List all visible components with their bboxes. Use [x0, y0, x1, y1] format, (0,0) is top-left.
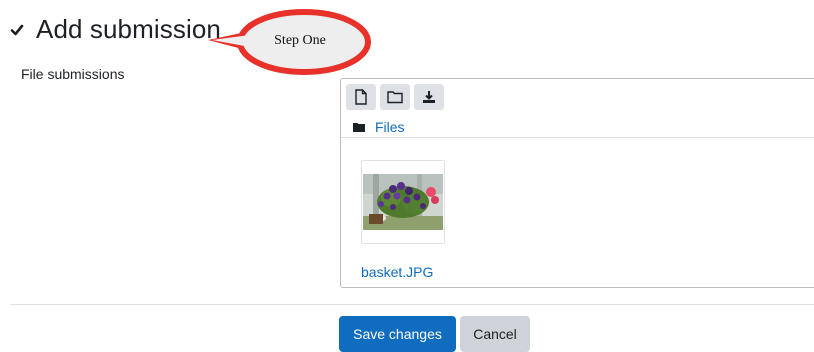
- file-manager-toolbar: [346, 84, 444, 110]
- folder-icon: [387, 91, 403, 104]
- download-icon: [423, 91, 435, 103]
- breadcrumb: Files: [353, 119, 405, 135]
- section-header[interactable]: Add submission: [10, 14, 221, 45]
- file-icon: [355, 89, 367, 105]
- file-submissions-label: File submissions: [21, 66, 125, 82]
- save-changes-button[interactable]: Save changes: [339, 316, 456, 352]
- path-files-link[interactable]: Files: [375, 119, 405, 135]
- checkmark-icon[interactable]: [10, 23, 24, 37]
- form-divider: [10, 304, 814, 305]
- file-manager: Files basket.JPG: [340, 78, 814, 288]
- add-file-button[interactable]: [346, 84, 376, 110]
- file-name-link[interactable]: basket.JPG: [361, 264, 433, 280]
- cancel-button[interactable]: Cancel: [460, 316, 530, 352]
- file-thumbnail[interactable]: [361, 160, 445, 244]
- step-one-callout: Step One: [206, 6, 372, 76]
- callout-bubble: [208, 9, 371, 75]
- file-manager-divider: [341, 137, 814, 138]
- folder-icon: [353, 123, 365, 132]
- create-folder-button[interactable]: [380, 84, 410, 110]
- section-title: Add submission: [36, 14, 221, 44]
- download-button[interactable]: [414, 84, 444, 110]
- flower-basket-image: [363, 174, 443, 230]
